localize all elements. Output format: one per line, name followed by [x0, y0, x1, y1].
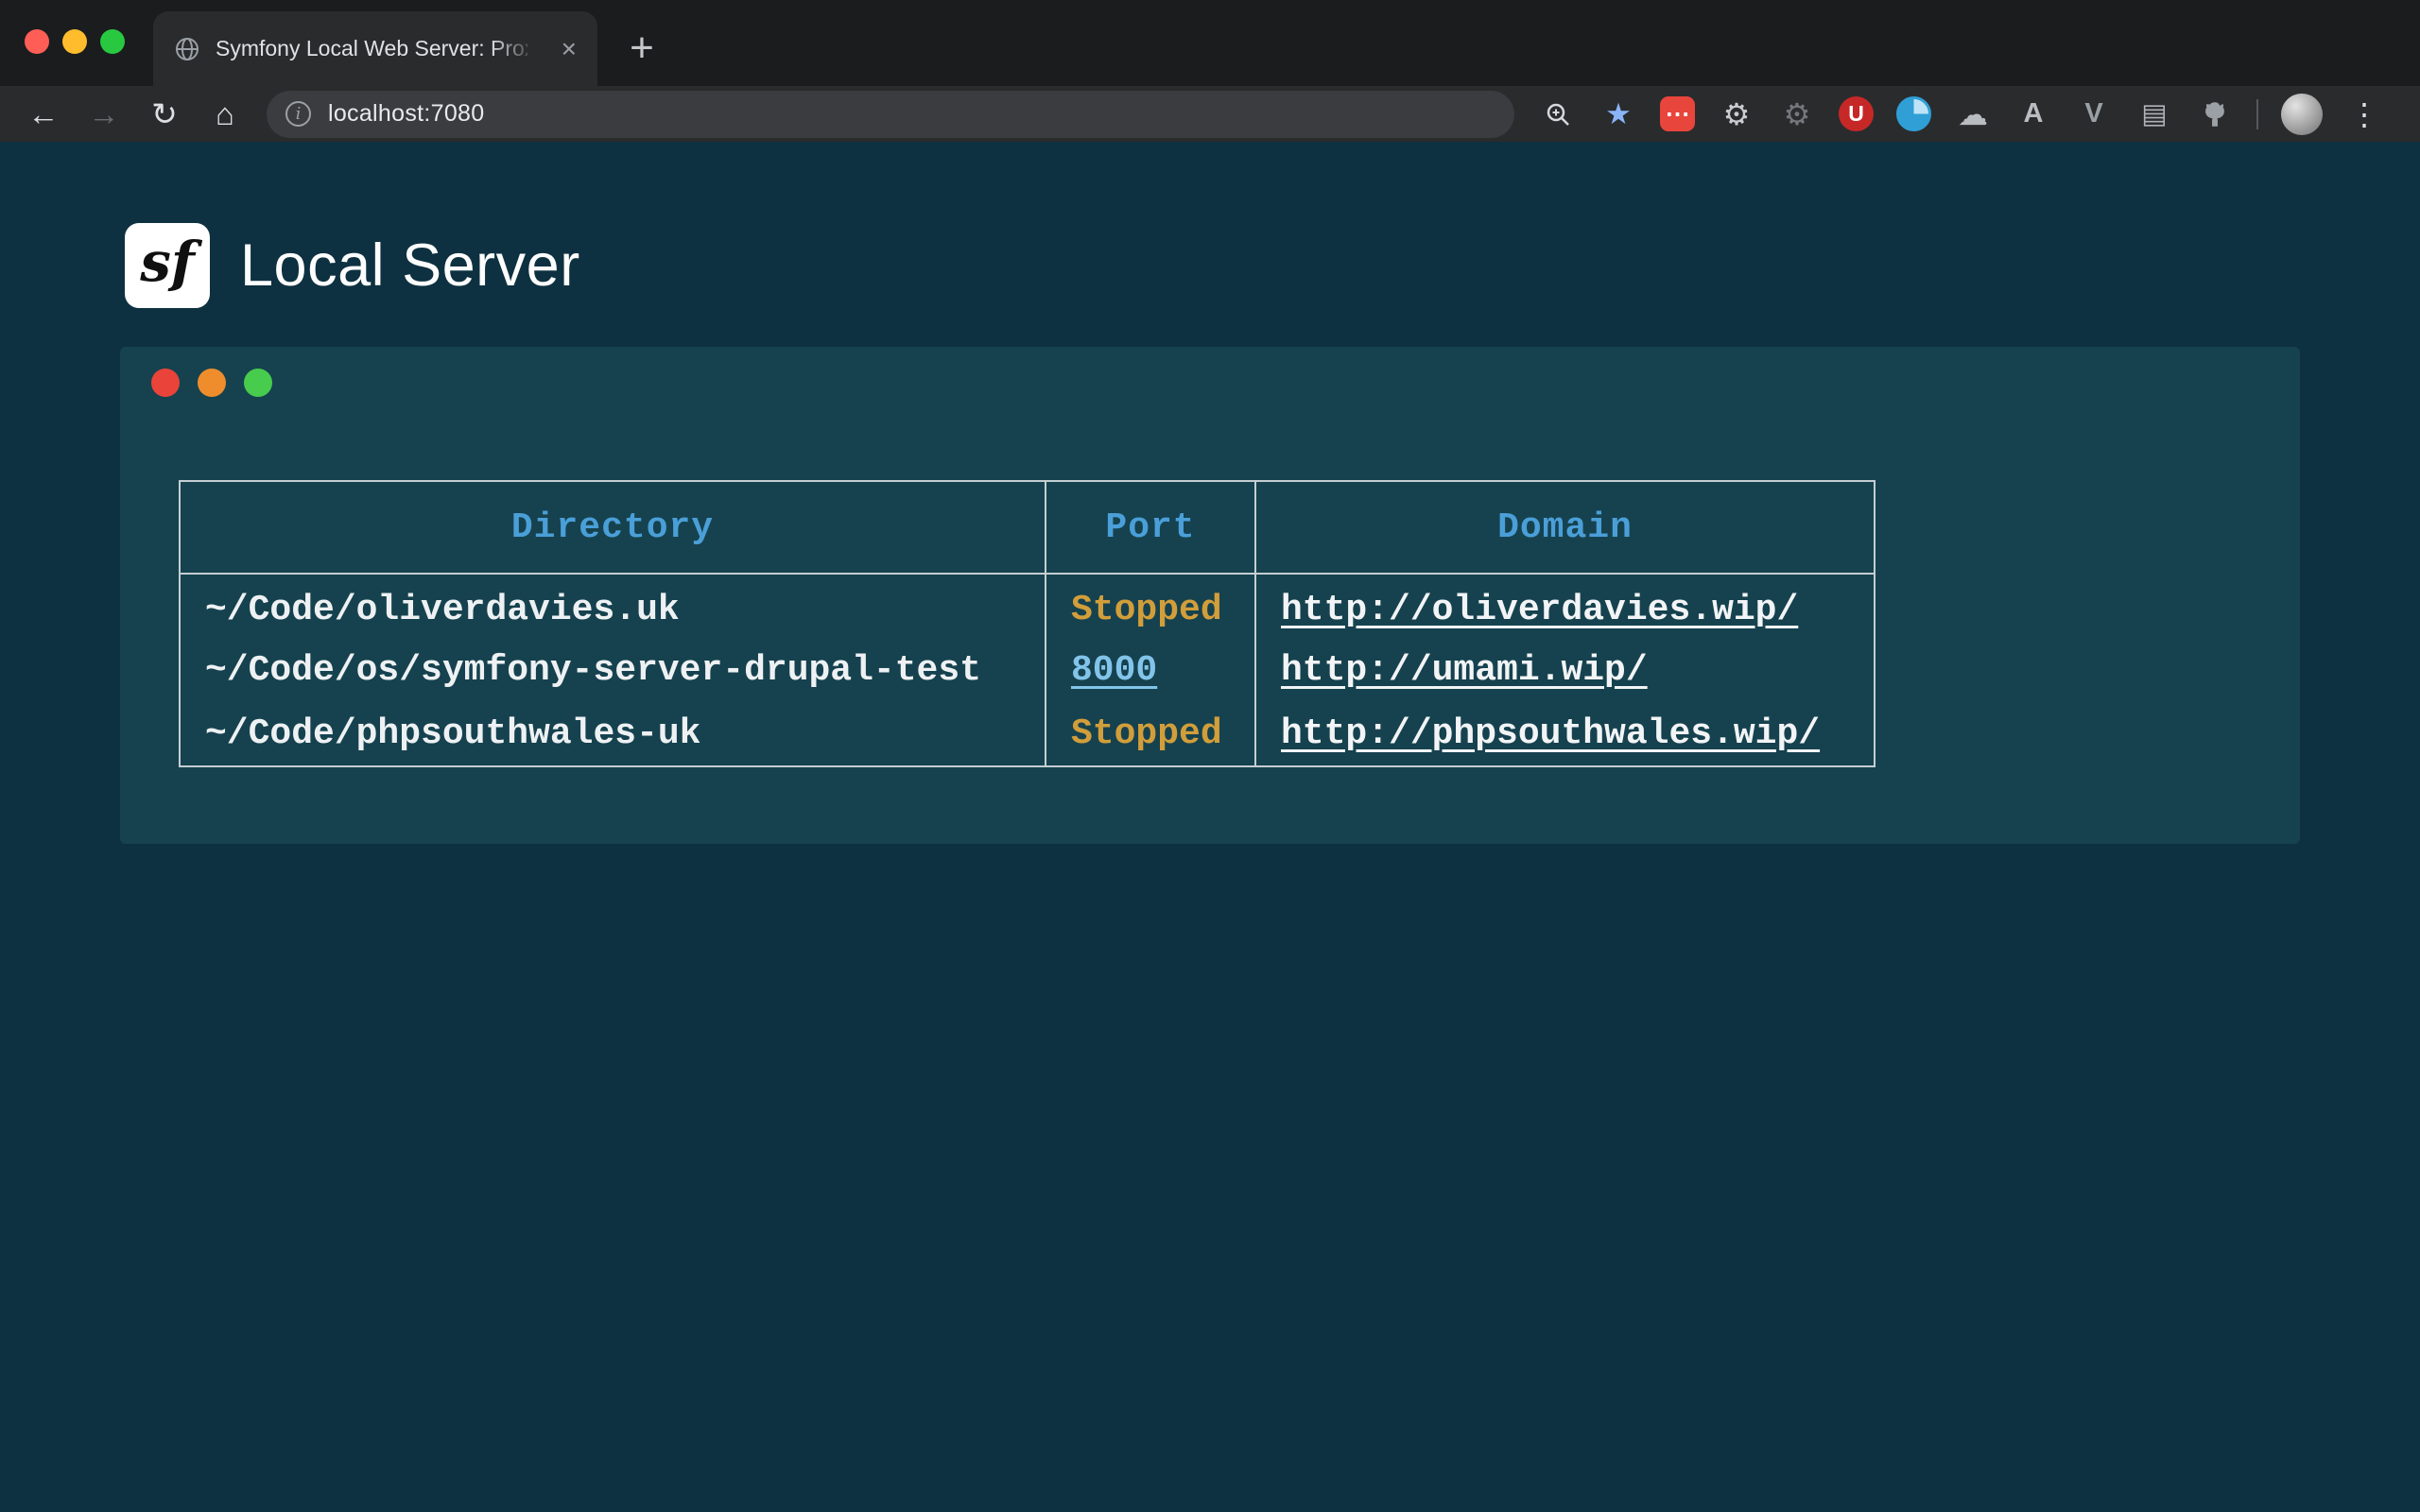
- window-close-button[interactable]: [25, 29, 49, 54]
- port-cell: Stopped: [1046, 574, 1255, 638]
- port-link[interactable]: 8000: [1071, 650, 1157, 691]
- toolbar-separator: [2256, 99, 2258, 129]
- octocat-extension-icon[interactable]: [2196, 95, 2234, 133]
- table-row: ~/Code/oliverdavies.uk Stopped http://ol…: [180, 574, 1875, 638]
- domain-cell: http://umami.wip/: [1255, 638, 1875, 702]
- browser-tab[interactable]: Symfony Local Web Server: Prox ×: [153, 11, 597, 86]
- globe-favicon-icon: [174, 36, 200, 62]
- bookmark-star-icon[interactable]: ★: [1599, 95, 1637, 133]
- tab-title-fade: [490, 23, 546, 75]
- toolbar-right: ★ ⋯ ⚙ ⚙ U ☁ A V ▤ ⋮: [1539, 94, 2383, 135]
- table-row: ~/Code/phpsouthwales-uk Stopped http://p…: [180, 702, 1875, 766]
- card-dot-orange: [198, 369, 226, 397]
- table-header-row: Directory Port Domain: [180, 481, 1875, 574]
- page-title: Local Server: [240, 232, 580, 300]
- browser-toolbar: ← → ↻ ⌂ i localhost:7080 ★ ⋯ ⚙ ⚙ U ☁ A V…: [0, 86, 2420, 142]
- port-cell: 8000: [1046, 638, 1255, 702]
- tab-strip: Symfony Local Web Server: Prox × +: [0, 0, 2420, 86]
- symfony-logo: sf: [125, 223, 210, 308]
- card-dot-green: [244, 369, 272, 397]
- home-button[interactable]: ⌂: [199, 91, 251, 138]
- gear-dark-extension-icon[interactable]: ⚙: [1778, 95, 1816, 133]
- domain-link[interactable]: http://phpsouthwales.wip/: [1281, 713, 1820, 754]
- new-tab-button[interactable]: +: [614, 21, 669, 76]
- domain-link[interactable]: http://umami.wip/: [1281, 650, 1648, 691]
- port-cell: Stopped: [1046, 702, 1255, 766]
- directory-cell: ~/Code/os/symfony-server-drupal-test: [180, 638, 1046, 702]
- tab-title: Symfony Local Web Server: Prox: [216, 36, 527, 61]
- gear-light-extension-icon[interactable]: ⚙: [1718, 95, 1755, 133]
- directory-cell: ~/Code/oliverdavies.uk: [180, 574, 1046, 638]
- site-info-icon[interactable]: i: [285, 101, 311, 127]
- card-dot-red: [151, 369, 180, 397]
- column-header-domain: Domain: [1255, 481, 1875, 574]
- forward-button[interactable]: →: [78, 91, 130, 138]
- window-minimize-button[interactable]: [62, 29, 87, 54]
- port-status-stopped: Stopped: [1071, 590, 1222, 630]
- domain-cell: http://oliverdavies.wip/: [1255, 574, 1875, 638]
- column-header-directory: Directory: [180, 481, 1046, 574]
- page-content: sf Local Server Directory Port Domain: [0, 142, 2420, 1512]
- profile-avatar[interactable]: [2281, 94, 2323, 135]
- letter-v-extension-icon[interactable]: V: [2075, 95, 2113, 133]
- url-text: localhost:7080: [328, 100, 484, 128]
- blue-dial-extension-icon[interactable]: [1896, 96, 1931, 131]
- ublock-extension-icon[interactable]: U: [1839, 96, 1874, 131]
- letter-a-extension-icon[interactable]: A: [2014, 95, 2052, 133]
- reload-button[interactable]: ↻: [138, 91, 191, 138]
- browser-menu-icon[interactable]: ⋮: [2345, 95, 2383, 133]
- column-header-port: Port: [1046, 481, 1255, 574]
- address-bar[interactable]: i localhost:7080: [267, 91, 1514, 138]
- directory-cell: ~/Code/phpsouthwales-uk: [180, 702, 1046, 766]
- domain-cell: http://phpsouthwales.wip/: [1255, 702, 1875, 766]
- servers-table-wrap: Directory Port Domain ~/Code/oliverdavie…: [179, 480, 1876, 767]
- card-dots: [151, 369, 272, 397]
- table-row: ~/Code/os/symfony-server-drupal-test 800…: [180, 638, 1875, 702]
- window-zoom-button[interactable]: [100, 29, 125, 54]
- red-dots-extension-icon[interactable]: ⋯: [1660, 96, 1695, 131]
- server-card: Directory Port Domain ~/Code/oliverdavie…: [120, 347, 2300, 844]
- servers-table: Directory Port Domain ~/Code/oliverdavie…: [179, 480, 1876, 767]
- domain-link[interactable]: http://oliverdavies.wip/: [1281, 590, 1798, 630]
- back-button[interactable]: ←: [17, 91, 70, 138]
- window-controls: [25, 29, 125, 54]
- grid-extension-icon[interactable]: ▤: [2135, 95, 2173, 133]
- port-status-stopped: Stopped: [1071, 713, 1222, 754]
- brand-header: sf Local Server: [125, 223, 580, 308]
- zoom-icon[interactable]: [1539, 95, 1577, 133]
- cloud-extension-icon[interactable]: ☁: [1954, 95, 1992, 133]
- tab-close-icon[interactable]: ×: [562, 36, 577, 62]
